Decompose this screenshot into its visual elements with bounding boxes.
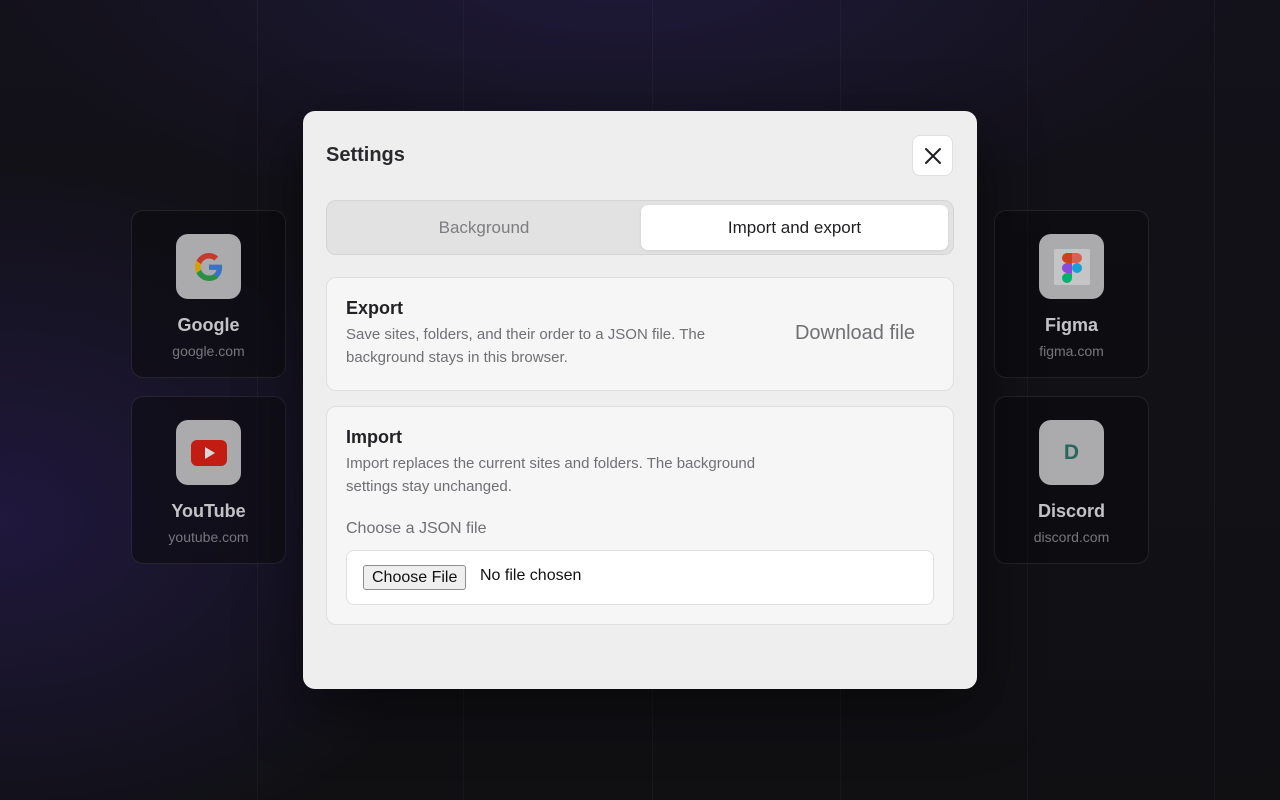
tab-background[interactable]: Background	[331, 205, 637, 250]
import-description: Import replaces the current sites and fo…	[346, 455, 756, 495]
import-title: Import	[346, 427, 402, 447]
close-icon	[924, 147, 941, 164]
modal-title: Settings	[326, 144, 405, 166]
tab-import-export[interactable]: Import and export	[641, 205, 948, 250]
choose-file-button[interactable]: Choose File	[363, 565, 467, 590]
settings-modal: Settings Background Import and export Ex…	[303, 111, 977, 689]
close-button[interactable]	[912, 135, 953, 176]
settings-tabs: Background Import and export	[326, 200, 954, 255]
file-status: No file chosen	[480, 567, 582, 584]
file-input-label: Choose a JSON file	[346, 520, 487, 537]
export-title: Export	[346, 298, 404, 318]
download-file-button[interactable]: Download file	[785, 316, 925, 350]
json-file-input[interactable]: Choose File No file chosen	[346, 550, 934, 605]
export-description: Save sites, folders, and their order to …	[346, 326, 706, 366]
export-section: Export Save sites, folders, and their or…	[326, 277, 954, 391]
import-section: Import Import replaces the current sites…	[326, 406, 954, 625]
